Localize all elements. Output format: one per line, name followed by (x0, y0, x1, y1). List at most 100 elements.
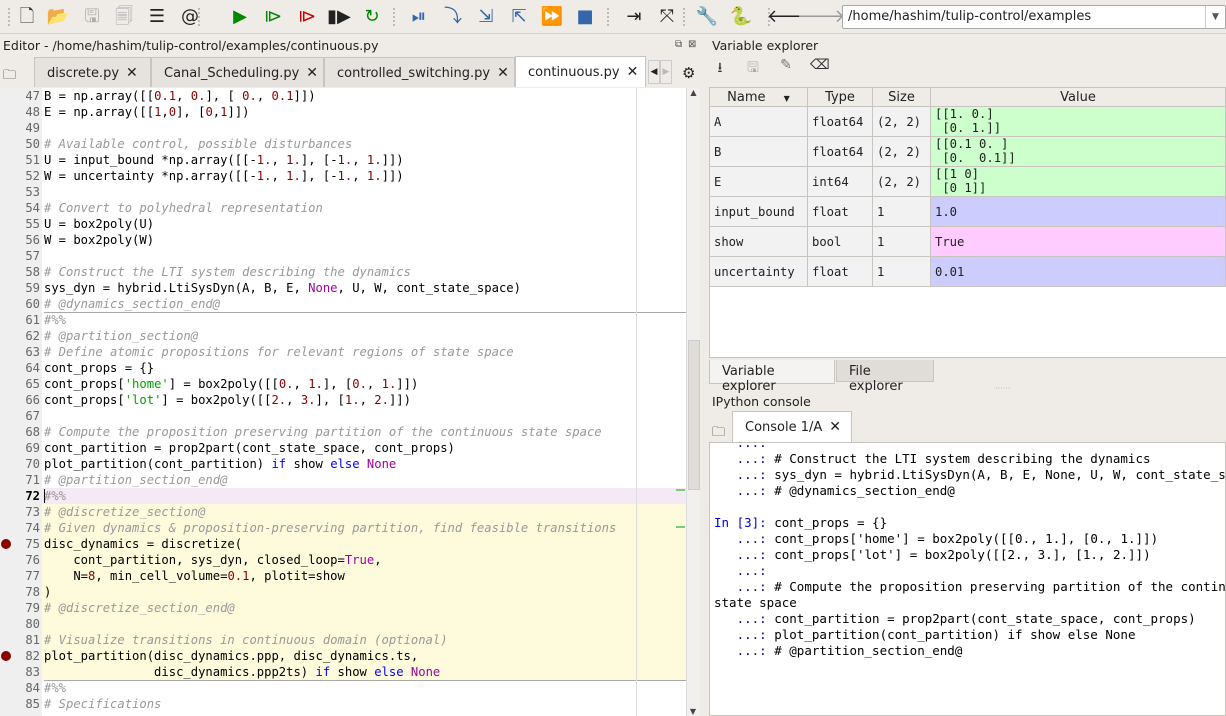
variable-value[interactable]: [[0.1 0. ] [0. 0.1]] (930, 136, 1226, 167)
stop-icon[interactable]: ■ (574, 6, 596, 28)
step-into-icon[interactable]: ⇲ (475, 6, 497, 28)
run-icon[interactable]: ▶ (229, 6, 251, 28)
scroll-tabs-left-icon[interactable]: ◀ (648, 60, 660, 84)
code-text: # Visualize transitions in continuous do… (44, 632, 448, 648)
close-icon[interactable]: ✕ (829, 419, 841, 435)
close-icon[interactable]: ✕ (306, 65, 318, 81)
code-token: cont_partition = prop2part(cont_state_sp… (766, 611, 1196, 626)
code-editor[interactable]: 47 B = np.array([[0.1, 0.], [ 0., 0.1]]) 4… (0, 88, 686, 716)
chevron-down-icon[interactable]: ▼ (1205, 6, 1225, 28)
gear-icon[interactable]: ⚙ (682, 64, 695, 82)
toolbar-grip (683, 8, 686, 26)
line-number: 47 (25, 89, 40, 103)
preferences-icon[interactable]: 🔧 (696, 6, 718, 28)
close-icon[interactable]: ✕ (627, 64, 639, 80)
python-path-icon[interactable]: 🐍 (730, 6, 752, 28)
code-line: 83 disc_dynamics.ppp2ts) if show else No… (0, 664, 686, 681)
variable-value[interactable]: 0.01 (930, 256, 1226, 287)
code-token: 'home' (857, 531, 903, 546)
variable-row[interactable]: Bfloat64 (2, 2) [[0.1 0. ] [0. 0.1]] (709, 136, 1226, 167)
code-token: None (1045, 467, 1076, 482)
scroll-tabs-right-icon[interactable]: ▶ (660, 60, 672, 84)
undock-icon[interactable]: ⧉ (675, 39, 682, 50)
code-token: 1. (256, 153, 272, 167)
column-header-type[interactable]: Type (807, 87, 873, 107)
variable-row[interactable]: Eint64 (2, 2) [[1 0] [0 1]] (709, 166, 1226, 197)
code-token: , (271, 169, 287, 183)
forward-icon[interactable]: 🡒 (797, 6, 845, 28)
vertical-splitter[interactable] (701, 36, 707, 716)
variable-value[interactable]: 1.0 (930, 196, 1226, 227)
debug-icon[interactable]: ⏯ (408, 6, 430, 28)
import-data-icon[interactable]: ⭳ (711, 57, 729, 76)
code-token: 0.1 (154, 89, 177, 103)
variable-value[interactable]: True (930, 226, 1226, 257)
code-token: cont_partition, sys_dyn, closed_loop= (44, 553, 345, 567)
close-icon[interactable]: ✕ (497, 65, 509, 81)
save-icon[interactable]: 🖫 (81, 6, 103, 28)
step-icon[interactable]: ⤵ (442, 6, 464, 28)
close-icon[interactable]: ✕ (126, 65, 138, 81)
tab-canal-scheduling[interactable]: Canal_Scheduling.py ✕ (151, 57, 324, 87)
code-token: if (315, 665, 331, 679)
run-cell-advance-icon[interactable]: ⧐ (296, 6, 318, 28)
code-token: # @partition_section_end@ (774, 643, 963, 658)
rerun-icon[interactable]: ↻ (361, 6, 383, 28)
editor-scrollbar[interactable]: ▲ ▼ (686, 88, 700, 716)
save-data-icon[interactable]: 🖫 (744, 57, 762, 76)
variable-size: (2, 2) (872, 166, 931, 197)
code-token: , (161, 105, 169, 119)
code-token: 1. (1120, 531, 1136, 546)
variable-size: (2, 2) (872, 136, 931, 167)
save-all-icon[interactable]: 🗐 (113, 6, 135, 28)
table-empty-area (709, 287, 1226, 358)
column-header-size[interactable]: Size (872, 87, 931, 107)
variable-value[interactable]: [[1 0] [0 1]] (930, 166, 1226, 197)
code-token: ] = box2poly([[ (894, 547, 1008, 562)
tab-console-1a[interactable]: Console 1/A ✕ (732, 411, 852, 442)
tab-file-explorer[interactable]: File explorer (836, 360, 934, 394)
code-token: 3. (1037, 547, 1053, 562)
variable-row[interactable]: uncertainty float 1 0.01 (709, 256, 1226, 287)
variable-row[interactable]: input_bound float 1 1.0 (709, 196, 1226, 227)
browse-tabs-icon[interactable]: 🗀 (3, 66, 16, 88)
working-directory-combobox[interactable]: /home/hashim/tulip-control/examples ▼ (842, 5, 1226, 29)
scroll-down-icon[interactable]: ▼ (687, 707, 699, 716)
variable-row[interactable]: Afloat64 (2, 2) [[1. 0.] [0. 1.]] (709, 106, 1226, 137)
column-header-value[interactable]: Value (930, 87, 1226, 107)
scrollbar-thumb[interactable] (688, 340, 700, 490)
save-data-as-icon[interactable]: ✎ (777, 57, 795, 75)
fullscreen-icon[interactable]: ⤧ (656, 6, 678, 28)
maximize-pane-icon[interactable]: ⇥ (623, 6, 645, 28)
tab-variable-explorer[interactable]: Variable explorer (709, 360, 835, 394)
tab-continuous[interactable]: continuous.py ✕ (515, 56, 646, 87)
ipython-console[interactable]: ...: ...: # Construct the LTI system des… (709, 442, 1226, 716)
code-token: plot_partition(cont_partition) (44, 457, 272, 471)
column-header-name[interactable]: Name ▼ (709, 87, 808, 107)
console-prompt: ...: (714, 531, 767, 546)
line-number: 73 (25, 505, 40, 519)
code-text: # @partition_section_end@ (44, 472, 227, 488)
horizontal-splitter[interactable]: ······ (995, 384, 1010, 393)
line-number: 57 (25, 249, 40, 263)
continue-icon[interactable]: ⏩ (541, 6, 563, 28)
close-pane-icon[interactable]: ⊠ (688, 39, 696, 50)
eraser-icon[interactable]: ⌫ (810, 57, 830, 75)
outline-icon[interactable]: ☰ (146, 6, 168, 28)
run-cell-icon[interactable]: ⧐ (262, 6, 284, 28)
run-selection-icon[interactable]: ▮▶ (327, 6, 351, 28)
at-icon[interactable]: @ (179, 6, 201, 28)
variable-size: 1 (872, 226, 931, 257)
code-token: ]]) (227, 105, 250, 119)
tab-discrete[interactable]: discrete.py ✕ (34, 57, 151, 87)
open-file-icon[interactable]: 📂 (47, 6, 69, 28)
new-file-icon[interactable]: 🗋 (16, 6, 38, 28)
code-token: # Convert to polyhedral representation (44, 201, 323, 215)
scroll-up-icon[interactable]: ▲ (687, 88, 700, 97)
step-return-icon[interactable]: ⇱ (508, 6, 530, 28)
code-line: 64 cont_props = {} (0, 360, 686, 376)
variable-row[interactable]: show bool 1 True (709, 226, 1226, 257)
variable-value[interactable]: [[1. 0.] [0. 1.]] (930, 106, 1226, 137)
tab-controlled-switching[interactable]: controlled_switching.py ✕ (324, 57, 515, 87)
